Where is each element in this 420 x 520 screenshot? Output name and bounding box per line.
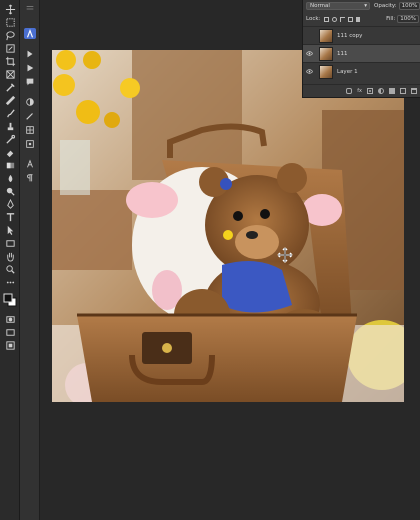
swatches-icon[interactable]: [24, 124, 36, 135]
more-tools-icon[interactable]: [3, 277, 17, 288]
fill-field[interactable]: 100%: [397, 15, 419, 23]
group-icon[interactable]: [389, 88, 395, 94]
crop-tool-icon[interactable]: [3, 56, 17, 67]
screen-mode-icon[interactable]: [3, 327, 17, 338]
stamp-tool-icon[interactable]: [3, 121, 17, 132]
move-tool-icon[interactable]: [3, 4, 17, 15]
lock-pixels-icon[interactable]: [324, 16, 330, 22]
layers-panel: Normal ▾ Opacity: 100% Lock: Fill: 100%: [302, 0, 420, 98]
layer-thumbnail: [319, 28, 333, 43]
zoom-tool-icon[interactable]: [3, 264, 17, 275]
lock-label: Lock:: [306, 16, 321, 22]
brush-tool-icon[interactable]: [3, 108, 17, 119]
layer-row[interactable]: Layer 1: [303, 62, 420, 80]
layer-thumbnail: [319, 46, 333, 61]
brush-settings-icon[interactable]: [24, 110, 36, 121]
blend-row: Normal ▾ Opacity: 100%: [303, 0, 420, 12]
lock-image-icon[interactable]: [332, 16, 338, 22]
document-canvas[interactable]: [52, 50, 404, 402]
grip-icon: [24, 3, 36, 14]
play-icon[interactable]: [24, 62, 36, 73]
move-cursor-icon: [277, 247, 293, 263]
magic-select-tool-icon[interactable]: [3, 43, 17, 54]
history-brush-tool-icon[interactable]: [3, 134, 17, 145]
lock-artboard-icon[interactable]: [348, 16, 354, 22]
lasso-tool-icon[interactable]: [3, 30, 17, 41]
opacity-control: Opacity: 100%: [374, 2, 420, 10]
blend-mode-value: Normal: [310, 3, 330, 9]
mask-icon[interactable]: [367, 88, 373, 94]
trash-icon[interactable]: [411, 88, 417, 94]
quick-mask-icon[interactable]: [3, 314, 17, 325]
visibility-toggle[interactable]: [303, 27, 315, 45]
layer-thumbnail: [319, 64, 333, 79]
path-select-tool-icon[interactable]: [3, 225, 17, 236]
type-tool-icon[interactable]: [3, 212, 17, 223]
opacity-field[interactable]: 100%: [398, 2, 420, 10]
hand-tool-icon[interactable]: [3, 251, 17, 262]
blur-tool-icon[interactable]: [3, 173, 17, 184]
eye-icon[interactable]: [303, 63, 315, 81]
pen-tool-icon[interactable]: [3, 199, 17, 210]
patterns-icon[interactable]: [24, 138, 36, 149]
tools-panel: [0, 0, 20, 520]
comment-icon[interactable]: [24, 76, 36, 87]
paragraph-icon[interactable]: [24, 172, 36, 183]
history-icon[interactable]: [24, 48, 36, 59]
eyedropper-tool-icon[interactable]: [3, 82, 17, 93]
link-icon[interactable]: [346, 88, 353, 94]
layer-row[interactable]: 111: [303, 44, 420, 62]
fx-icon[interactable]: fx: [357, 88, 362, 94]
layer-name: 111 copy: [337, 32, 363, 39]
eye-icon[interactable]: [303, 45, 315, 63]
eraser-tool-icon[interactable]: [3, 147, 17, 158]
canvas-artwork: [52, 50, 404, 402]
adjustment-icon[interactable]: [378, 88, 384, 94]
frame-toggle-icon[interactable]: [3, 340, 17, 351]
dodge-tool-icon[interactable]: [3, 186, 17, 197]
panel-dock: [20, 0, 40, 520]
fill-control: Fill: 100%: [386, 15, 419, 23]
lock-all-icon[interactable]: [356, 16, 361, 22]
color-swatches-icon[interactable]: [3, 292, 17, 308]
lock-row: Lock: Fill: 100%: [303, 14, 420, 24]
photoshop-window: Normal ▾ Opacity: 100% Lock: Fill: 100%: [0, 0, 420, 520]
blend-mode-dropdown[interactable]: Normal ▾: [306, 2, 370, 10]
opacity-label: Opacity:: [374, 3, 397, 9]
lock-position-icon[interactable]: [340, 16, 346, 22]
chevron-down-icon: ▾: [364, 3, 367, 9]
character-icon[interactable]: [24, 158, 36, 169]
layer-row[interactable]: 111 copy: [303, 26, 420, 44]
gradient-tool-icon[interactable]: [3, 160, 17, 171]
fill-label: Fill:: [386, 16, 396, 22]
healing-tool-icon[interactable]: [3, 95, 17, 106]
new-layer-icon[interactable]: [400, 88, 406, 94]
adjustments-icon[interactable]: [24, 96, 36, 107]
layers-actions: fx: [303, 84, 420, 97]
ai-assistant-icon[interactable]: [24, 28, 36, 39]
marquee-tool-icon[interactable]: [3, 17, 17, 28]
layer-name: 111: [337, 50, 348, 57]
frame-tool-icon[interactable]: [3, 69, 17, 80]
shape-tool-icon[interactable]: [3, 238, 17, 249]
layer-name: Layer 1: [337, 68, 358, 75]
